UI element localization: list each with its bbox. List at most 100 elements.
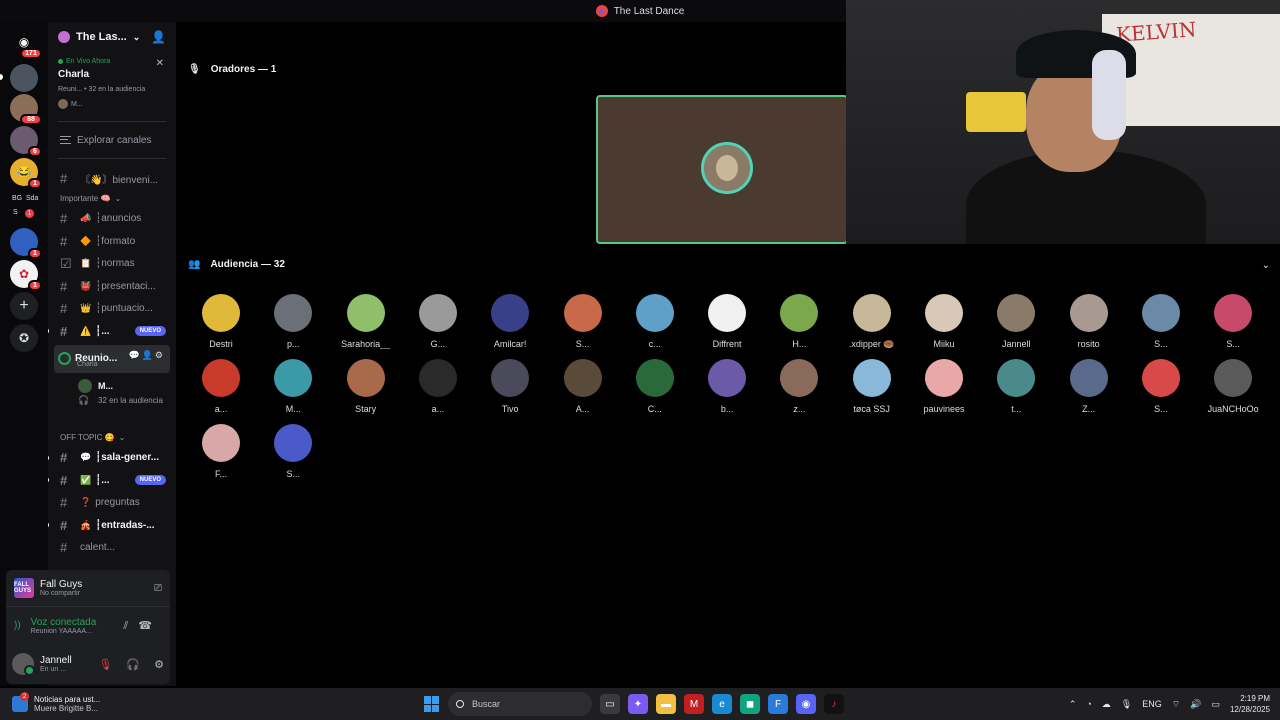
audience-member[interactable]: tøca SSJ <box>837 359 907 414</box>
add-server-button[interactable]: + <box>10 292 38 320</box>
audience-member[interactable]: a... <box>186 359 256 414</box>
fall-guys-taskbar-icon[interactable]: F <box>768 694 788 714</box>
voice-channel[interactable]: Reunion YAAAAA... <box>31 628 97 635</box>
copilot-icon[interactable]: ✦ <box>628 694 648 714</box>
audience-member[interactable]: S... <box>548 294 618 349</box>
audience-member[interactable]: Destri <box>186 294 256 349</box>
audience-member[interactable]: c... <box>620 294 690 349</box>
server-icon[interactable]: ✿ 1 <box>10 260 42 291</box>
mic-muted-icon[interactable]: 🎙 <box>98 658 112 671</box>
audience-member[interactable]: H... <box>764 294 834 349</box>
screen-share-icon[interactable]: ⎚ <box>154 583 162 594</box>
audience-member[interactable]: Tivo <box>475 359 545 414</box>
taskbar-search[interactable]: Buscar <box>448 692 592 716</box>
cloud-icon[interactable]: ☁ <box>1102 699 1111 710</box>
channel-item[interactable]: # 👑 ┆puntuacio... <box>48 298 176 321</box>
audience-member[interactable]: F... <box>186 424 256 479</box>
audience-member[interactable]: Stary <box>331 359 401 414</box>
home-button[interactable]: ◉ 171 <box>10 28 42 59</box>
category-header[interactable]: OFF TOPIC 😋 ⌄ <box>48 429 176 447</box>
audience-member[interactable]: JuaNCHoOo <box>1198 359 1268 414</box>
audience-member[interactable]: Jannell <box>981 294 1051 349</box>
audience-member[interactable]: b... <box>692 359 762 414</box>
audience-member[interactable]: t... <box>981 359 1051 414</box>
audience-member[interactable]: S... <box>1126 359 1196 414</box>
invite-people-icon[interactable]: 👤 <box>151 30 166 44</box>
language-indicator[interactable]: ENG <box>1142 699 1162 709</box>
battery-icon[interactable]: ▭ <box>1211 699 1220 710</box>
channel-item[interactable]: # ❓ preguntas <box>48 492 176 515</box>
windows-start-icon[interactable] <box>424 696 440 712</box>
mcafee-icon[interactable]: M <box>684 694 704 714</box>
server-icon[interactable]: 88 <box>10 94 42 125</box>
audience-member[interactable]: Miiku <box>909 294 979 349</box>
category-header[interactable]: Importante 🧠 ⌄ <box>48 190 176 208</box>
audience-member[interactable]: p... <box>258 294 328 349</box>
close-icon[interactable]: ✕ <box>156 58 164 69</box>
channel-item[interactable]: # 📣 ┆anuncios <box>48 208 176 231</box>
chevron-up-icon[interactable]: ⌃ <box>1069 699 1077 710</box>
server-icon[interactable]: 6 <box>10 126 42 157</box>
channel-item[interactable]: # 💬 ┆sala-gener... <box>48 447 176 470</box>
signal-icon[interactable]: )) <box>14 620 21 631</box>
audience-member[interactable]: pauvinees <box>909 359 979 414</box>
server-icon[interactable] <box>10 64 38 92</box>
channel-item[interactable]: # 👹 ┆presentaci... <box>48 275 176 298</box>
gear-icon[interactable]: ⚙ <box>155 350 165 360</box>
clock[interactable]: 2:19 PM 12/28/2025 <box>1230 693 1270 715</box>
gear-icon[interactable]: ⚙ <box>154 658 164 671</box>
speaker-tile[interactable] <box>596 95 848 244</box>
disconnect-icon[interactable]: ☎ <box>138 620 162 632</box>
wifi-icon[interactable]: ⌔ <box>1172 699 1180 710</box>
audience-member[interactable]: S... <box>1126 294 1196 349</box>
audience-member[interactable]: C... <box>620 359 690 414</box>
stage-channel-item[interactable]: Reunio... Charla 💬👤⚙ <box>54 344 170 373</box>
live-stage-card[interactable]: En Vivo Ahora Charla Reuni... • 32 en la… <box>48 52 176 113</box>
network-icon[interactable]: ◔ <box>1086 699 1091 709</box>
channel-item[interactable]: # 🔶 ┆formato <box>48 230 176 253</box>
channel-item[interactable]: # ✅ ┆... NUEVO <box>48 469 176 492</box>
channel-item[interactable]: # 〘👋〙bienveni... <box>48 167 176 190</box>
noise-suppression-icon[interactable]: ⫽ <box>123 620 138 632</box>
audience-member[interactable]: Diffrent <box>692 294 762 349</box>
chevron-down-icon[interactable]: ⌄ <box>1262 260 1270 271</box>
chat-icon[interactable]: 💬 <box>128 350 141 360</box>
edge-icon[interactable]: e <box>712 694 732 714</box>
avatar[interactable] <box>12 653 35 676</box>
audience-member[interactable]: Sarahoria__ <box>331 294 401 349</box>
stage-speaker[interactable]: M... <box>48 377 176 395</box>
audience-member[interactable]: Z... <box>1054 359 1124 414</box>
audience-member[interactable]: S... <box>258 424 328 479</box>
task-view-icon[interactable]: ▭ <box>600 694 620 714</box>
audience-member[interactable]: .xdipper 🍩 <box>837 294 907 350</box>
game-app-icon[interactable]: ◼ <box>740 694 760 714</box>
channel-item[interactable]: # calent... <box>48 537 176 560</box>
discover-button[interactable]: ✪ <box>10 324 38 352</box>
audience-member[interactable]: A... <box>548 359 618 414</box>
channel-item[interactable]: # ⚠️ ┆... NUEVO <box>48 320 176 343</box>
audience-member[interactable]: M... <box>258 359 328 414</box>
audience-member[interactable]: z... <box>764 359 834 414</box>
channel-item[interactable]: ☑ 📋 ┆normas <box>48 253 176 276</box>
tiktok-icon[interactable]: ♪ <box>824 694 844 714</box>
explore-channels-button[interactable]: Explorar canales <box>48 130 176 150</box>
audience-member[interactable]: Amilcar! <box>475 294 545 349</box>
server-icon[interactable]: 1 <box>10 228 42 259</box>
laughing-emoji-icon: 😂 <box>16 165 32 179</box>
audience-member[interactable]: rosito <box>1054 294 1124 349</box>
add-user-icon[interactable]: 👤 <box>142 350 155 360</box>
audience-member[interactable]: G... <box>403 294 473 349</box>
volume-icon[interactable]: 🔊 <box>1190 699 1201 710</box>
news-widget[interactable]: 2 Noticias para ust... Muere Brigitte B.… <box>12 692 100 713</box>
channel-item[interactable]: # 🎪 ┆entradas-... <box>48 514 176 537</box>
audience-member[interactable]: S... <box>1198 294 1268 349</box>
microphone-icon[interactable]: 🎙 <box>1121 699 1132 710</box>
discord-taskbar-icon[interactable]: ◉ <box>796 694 816 714</box>
avatar <box>346 359 385 397</box>
headphones-icon[interactable]: 🎧 <box>126 658 140 671</box>
server-header[interactable]: The Las... ⌄ 👤 <box>48 22 176 52</box>
audience-member[interactable]: a... <box>403 359 473 414</box>
server-icon[interactable]: 😂 1 <box>10 158 42 189</box>
file-explorer-icon[interactable]: ▬ <box>656 694 676 714</box>
live-speaker: M... <box>58 99 166 109</box>
